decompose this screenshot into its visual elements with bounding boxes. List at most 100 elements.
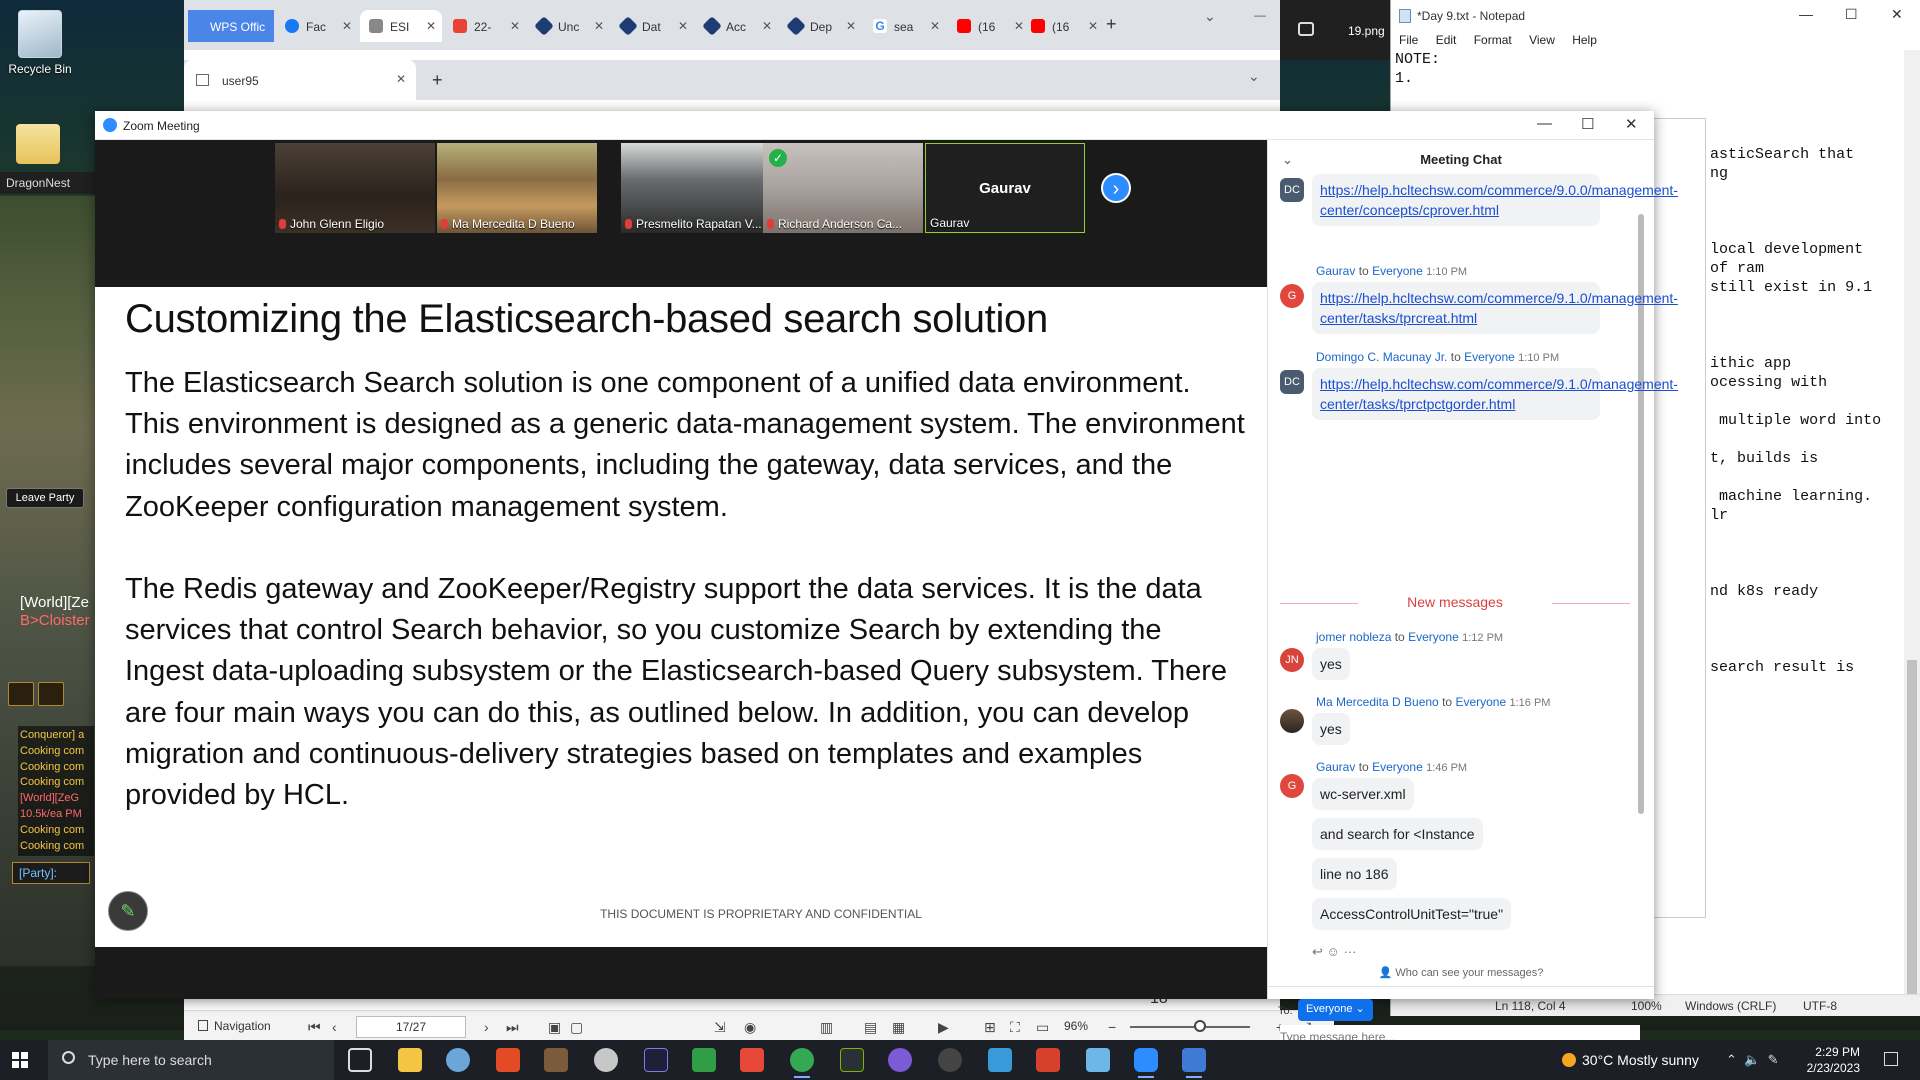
participant-tile[interactable]: ✓ Richard Anderson Ca...	[763, 143, 923, 233]
more-options-icon[interactable]: ···	[1343, 944, 1356, 959]
system-tray[interactable]: ⌃ 🔈 ✎	[1726, 1052, 1778, 1068]
maximize-button[interactable]: ☐	[1581, 115, 1594, 133]
notification-icon[interactable]	[1884, 1052, 1898, 1066]
zoom-slider-thumb[interactable]	[1194, 1020, 1206, 1032]
eye-icon[interactable]: ◉	[744, 1019, 756, 1036]
emoji-reaction-icon[interactable]: ☺	[1327, 944, 1340, 959]
maximize-button[interactable]: ☐	[1845, 6, 1858, 23]
scrollbar-thumb[interactable]	[1907, 660, 1917, 1000]
export-icon[interactable]: ⇲	[714, 1019, 726, 1036]
close-icon[interactable]: ✕	[762, 19, 772, 33]
notepad-plus-icon[interactable]	[692, 1048, 716, 1072]
viber-icon[interactable]	[888, 1048, 912, 1072]
annotate-pen-button[interactable]: ✎	[108, 891, 148, 931]
image-viewer-window[interactable]: 19.png	[1280, 0, 1392, 60]
close-button[interactable]: ✕	[1625, 115, 1638, 133]
file-explorer-icon[interactable]	[398, 1048, 422, 1072]
close-icon[interactable]: ✕	[396, 72, 406, 86]
close-icon[interactable]: ✕	[930, 19, 940, 33]
browser-tab[interactable]: G sea ✕	[864, 10, 946, 42]
minimize-button[interactable]: —	[1799, 6, 1813, 22]
recipient-dropdown[interactable]: Everyone ⌄	[1298, 999, 1373, 1021]
app-icon[interactable]	[446, 1048, 470, 1072]
chrome-icon[interactable]	[790, 1048, 814, 1078]
clock[interactable]: 2:29 PM 2/23/2023	[1800, 1044, 1860, 1076]
task-view-icon[interactable]	[348, 1048, 372, 1072]
close-icon[interactable]: ✕	[846, 19, 856, 33]
browser-tab[interactable]: Acc ✕	[696, 10, 778, 42]
game-icon[interactable]	[544, 1048, 568, 1072]
notepad-scrollbar[interactable]	[1904, 50, 1920, 1000]
close-icon[interactable]: ✕	[1088, 19, 1098, 33]
prev-page-icon[interactable]: ‹	[332, 1019, 337, 1035]
single-page-icon[interactable]: ▥	[820, 1019, 833, 1036]
browser-tab[interactable]: 22- ✕	[444, 10, 526, 42]
next-page-icon[interactable]: ›	[484, 1019, 489, 1035]
vivaldi-icon[interactable]	[1036, 1048, 1060, 1072]
menu-view[interactable]: View	[1529, 33, 1555, 47]
fit-width-icon[interactable]: ▢	[570, 1019, 583, 1036]
browser-tab[interactable]: (16 ✕	[948, 10, 1030, 42]
browser-tab[interactable]: Fac ✕	[276, 10, 358, 42]
intellij-icon[interactable]	[644, 1048, 668, 1072]
tab-search-chevron-icon[interactable]: ⌄	[1204, 8, 1216, 25]
chat-link[interactable]: https://help.hcltechsw.com/commerce/9.1.…	[1312, 282, 1678, 334]
close-icon[interactable]: ✕	[510, 19, 520, 33]
browser-tab-user95[interactable]: user95 ✕	[184, 60, 416, 100]
browser-tab[interactable]: Dep ✕	[780, 10, 862, 42]
browser-tab[interactable]: Unc ✕	[528, 10, 610, 42]
pen-icon[interactable]: ✎	[1768, 1052, 1779, 1067]
zoom-out-icon[interactable]: −	[1108, 1019, 1116, 1035]
participant-tile[interactable]: Presmelito Rapatan V...	[621, 143, 781, 233]
navigation-toggle[interactable]: Navigation	[198, 1019, 271, 1033]
notepad-icon[interactable]	[1086, 1048, 1110, 1072]
new-tab-button[interactable]: +	[432, 70, 443, 91]
app-icon[interactable]	[594, 1048, 618, 1072]
fit-page-icon[interactable]: ▣	[548, 1019, 561, 1036]
first-page-icon[interactable]: ⏮	[308, 1019, 321, 1036]
menu-file[interactable]: File	[1399, 33, 1418, 47]
tab-wps-office[interactable]: WPS Offic	[188, 10, 274, 42]
tab-search-chevron-icon[interactable]: ⌄	[1248, 68, 1260, 85]
close-icon[interactable]: ✕	[594, 19, 604, 33]
app-icon[interactable]	[938, 1048, 962, 1072]
reply-icon[interactable]: ↩	[1312, 944, 1323, 959]
edge-icon[interactable]	[988, 1048, 1012, 1072]
menu-format[interactable]: Format	[1474, 33, 1512, 47]
last-page-icon[interactable]: ⏭	[506, 1019, 519, 1036]
new-tab-button[interactable]: +	[1106, 14, 1117, 35]
close-icon[interactable]: ✕	[426, 19, 436, 33]
zoom-slider[interactable]	[1130, 1020, 1250, 1032]
chat-link[interactable]: https://help.hcltechsw.com/commerce/9.1.…	[1312, 368, 1678, 420]
crop-icon[interactable]: ⛶	[1010, 1019, 1020, 1036]
chevron-up-icon[interactable]: ⌃	[1726, 1052, 1737, 1067]
close-icon[interactable]: ✕	[678, 19, 688, 33]
nvidia-icon[interactable]	[840, 1048, 864, 1072]
dual-page-icon[interactable]: ▦	[892, 1019, 905, 1036]
chat-scrollbar[interactable]	[1638, 174, 1646, 814]
who-can-see-link[interactable]: 👤 Who can see your messages?	[1268, 966, 1654, 979]
page-number-field[interactable]: 17/27	[356, 1016, 466, 1038]
menu-help[interactable]: Help	[1572, 33, 1597, 47]
windows-start-icon[interactable]	[12, 1052, 28, 1068]
minimize-button[interactable]: —	[1254, 8, 1266, 22]
weather-widget[interactable]: 30°C Mostly sunny	[1562, 1052, 1699, 1068]
recycle-bin-shortcut[interactable]: Recycle Bin	[0, 10, 80, 76]
minimize-button[interactable]: —	[1537, 115, 1552, 132]
browser-tab[interactable]: Dat ✕	[612, 10, 694, 42]
leave-party-button[interactable]: Leave Party	[6, 488, 84, 508]
figma-icon[interactable]	[740, 1048, 764, 1072]
taskbar-search[interactable]: Type here to search	[48, 1040, 334, 1080]
brave-icon[interactable]	[496, 1048, 520, 1072]
chat-link[interactable]: https://help.hcltechsw.com/commerce/9.0.…	[1312, 174, 1678, 226]
page-view-icon[interactable]: ▤	[864, 1019, 877, 1036]
close-button[interactable]: ✕	[1891, 6, 1903, 23]
grid-icon[interactable]: ⊞	[984, 1019, 996, 1036]
close-icon[interactable]: ✕	[342, 19, 352, 33]
participant-tile[interactable]: John Glenn Eligio	[275, 143, 435, 233]
participant-tile-active[interactable]: Gaurav Gaurav	[925, 143, 1085, 233]
browser-tab[interactable]: ESI ✕	[360, 10, 442, 42]
next-participants-arrow-icon[interactable]: ›	[1101, 173, 1131, 203]
chevron-down-icon[interactable]: ⌄	[1282, 152, 1293, 168]
volume-icon[interactable]: 🔈	[1744, 1052, 1760, 1067]
